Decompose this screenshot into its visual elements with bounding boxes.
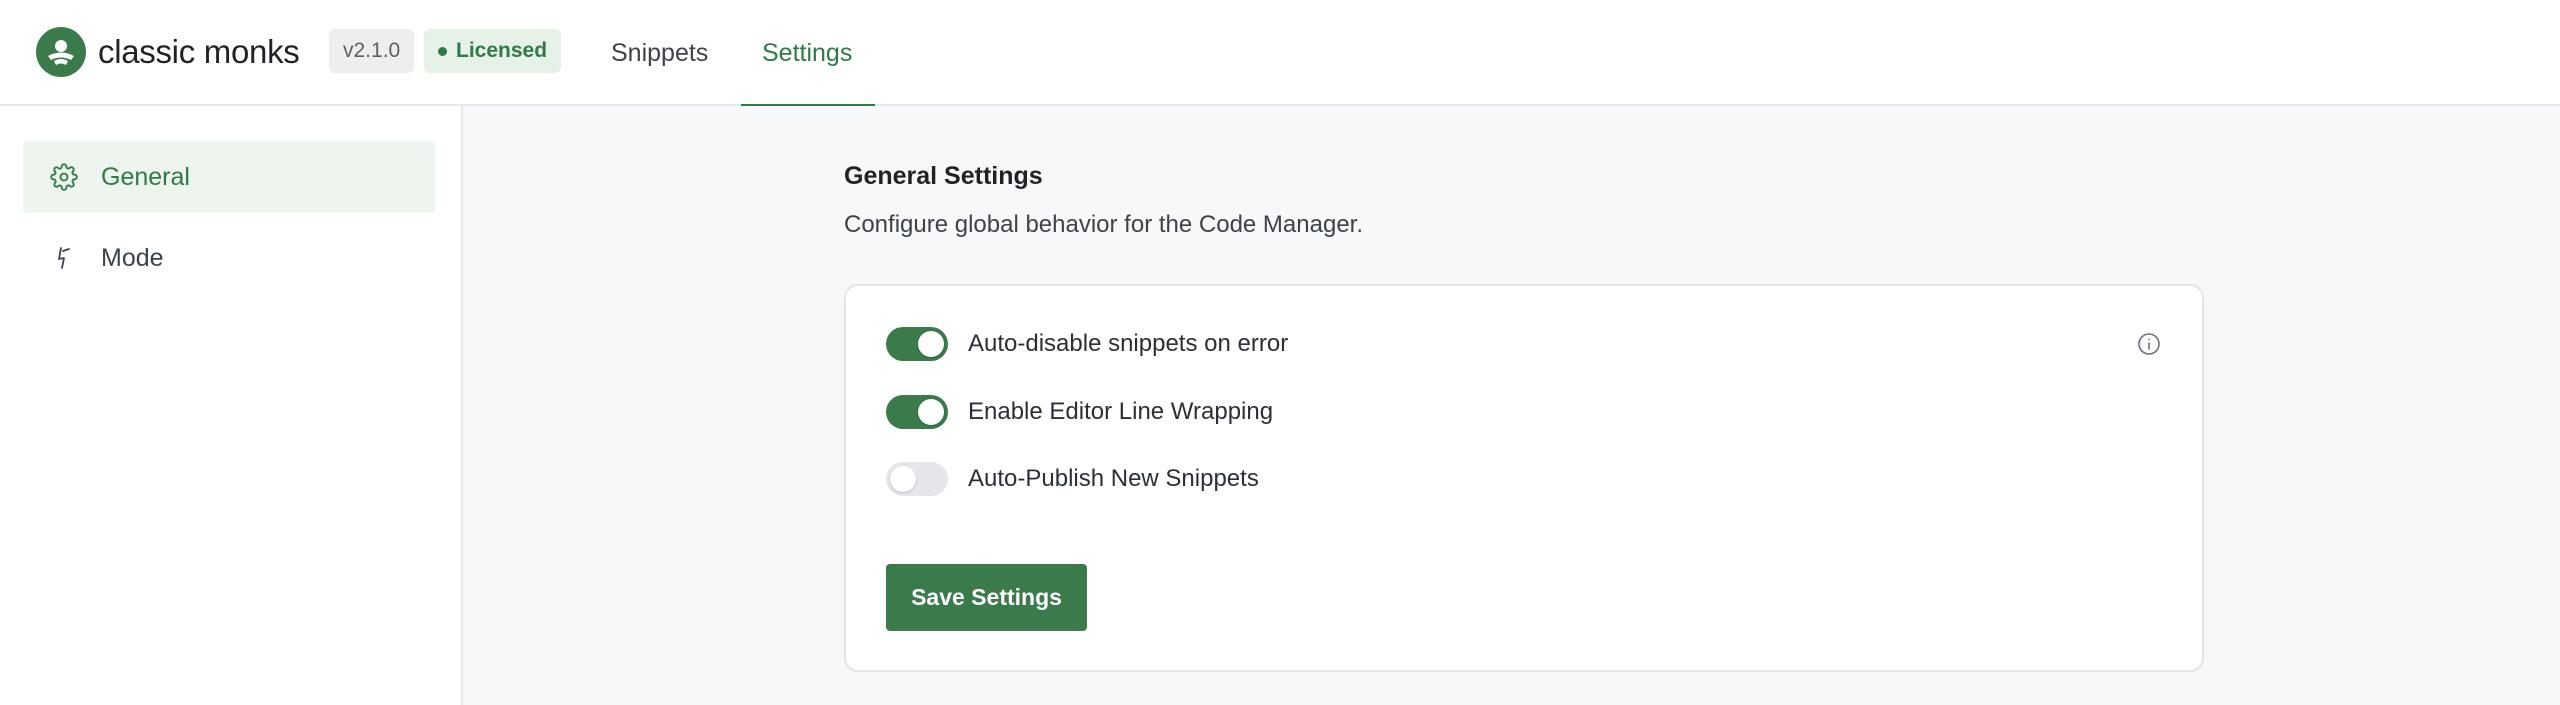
top-header: classic monks v2.1.0 Licensed Snippets S… bbox=[0, 0, 2560, 108]
license-status-label: Licensed bbox=[456, 39, 548, 62]
settings-card: Auto-disable snippets on error Enable Ed… bbox=[844, 284, 2204, 672]
info-icon[interactable] bbox=[2136, 331, 2162, 357]
tab-snippets-label: Snippets bbox=[611, 38, 709, 67]
setting-auto-publish: Auto-Publish New Snippets bbox=[886, 459, 1259, 499]
auto-publish-toggle[interactable] bbox=[886, 462, 948, 496]
gear-icon bbox=[49, 162, 79, 192]
brand-name: classic monks bbox=[98, 33, 300, 70]
setting-line-wrapping: Enable Editor Line Wrapping bbox=[886, 392, 1273, 432]
toggle-knob bbox=[918, 399, 944, 425]
page-title: General Settings bbox=[844, 162, 1043, 190]
license-badge: Licensed bbox=[424, 29, 562, 73]
sidebar: General Mode bbox=[0, 106, 463, 705]
status-dot-icon bbox=[438, 46, 447, 56]
toggle-knob bbox=[890, 466, 916, 492]
lightning-icon bbox=[49, 243, 79, 273]
setting-auto-disable: Auto-disable snippets on error bbox=[886, 324, 1288, 364]
sidebar-item-label: Mode bbox=[101, 243, 164, 272]
monk-logo-icon bbox=[36, 27, 86, 77]
sidebar-item-mode[interactable]: Mode bbox=[23, 222, 435, 294]
line-wrapping-toggle[interactable] bbox=[886, 395, 948, 429]
sidebar-item-general[interactable]: General bbox=[23, 141, 435, 213]
setting-label: Auto-disable snippets on error bbox=[968, 330, 1289, 357]
toggle-knob bbox=[918, 331, 944, 357]
tab-settings-label: Settings bbox=[762, 38, 853, 67]
save-settings-button[interactable]: Save Settings bbox=[886, 564, 1087, 631]
setting-label: Enable Editor Line Wrapping bbox=[968, 398, 1274, 425]
version-badge: v2.1.0 bbox=[329, 29, 415, 73]
brand-logo[interactable]: classic monks bbox=[36, 26, 300, 78]
setting-label: Auto-Publish New Snippets bbox=[968, 465, 1259, 492]
auto-disable-toggle[interactable] bbox=[886, 327, 948, 361]
tab-snippets[interactable]: Snippets bbox=[590, 0, 729, 106]
tab-settings[interactable]: Settings bbox=[741, 0, 875, 108]
main-content: General Settings Configure global behavi… bbox=[463, 106, 2560, 705]
page-description: Configure global behavior for the Code M… bbox=[844, 211, 1363, 238]
sidebar-item-label: General bbox=[101, 162, 190, 191]
